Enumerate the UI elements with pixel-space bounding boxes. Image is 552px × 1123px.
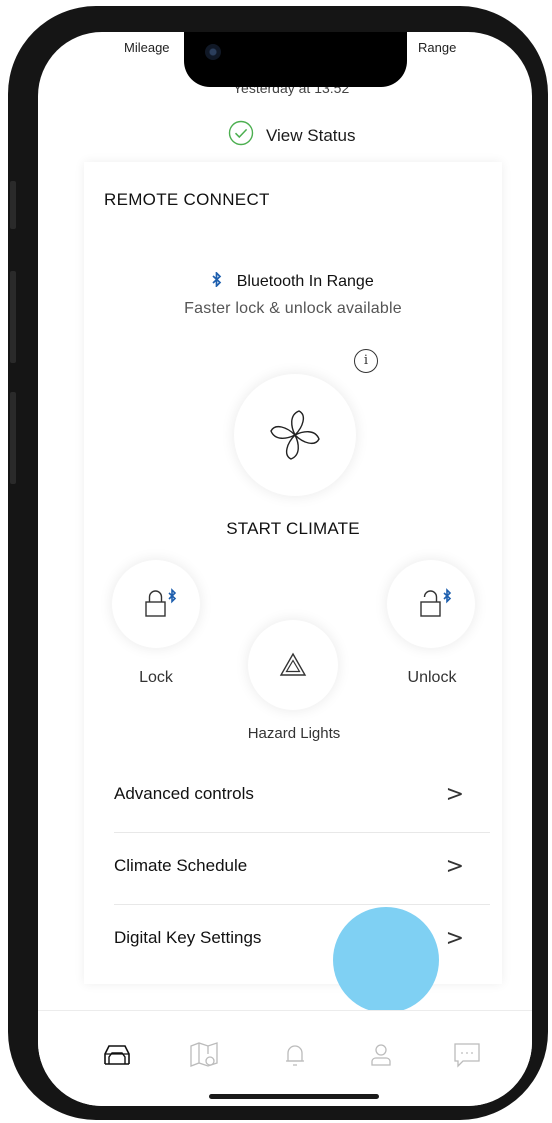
tab-messages[interactable] bbox=[448, 1037, 486, 1073]
start-climate-label: START CLIMATE bbox=[226, 519, 360, 538]
tab-notifications[interactable] bbox=[276, 1037, 314, 1073]
tab-vehicle[interactable] bbox=[98, 1037, 136, 1073]
bluetooth-status: Bluetooth In Range bbox=[84, 270, 502, 291]
fan-icon bbox=[270, 410, 320, 460]
profile-icon bbox=[371, 1044, 391, 1066]
volume-down-button bbox=[10, 392, 16, 484]
car-icon bbox=[104, 1045, 130, 1065]
bell-icon bbox=[286, 1045, 304, 1066]
lock-label: Lock bbox=[139, 669, 173, 686]
mileage-label: Mileage bbox=[124, 40, 170, 55]
map-icon bbox=[190, 1042, 218, 1067]
bottom-tab-bar bbox=[38, 1010, 532, 1106]
hazard-lights-label: Hazard Lights bbox=[247, 725, 341, 742]
remote-connect-title: REMOTE CONNECT bbox=[104, 190, 270, 209]
hazard-lights-button[interactable] bbox=[248, 620, 338, 710]
menu-row-label: Advanced controls bbox=[114, 784, 254, 803]
home-indicator[interactable] bbox=[209, 1094, 379, 1099]
unlock-label: Unlock bbox=[407, 669, 457, 686]
mute-switch bbox=[10, 181, 16, 229]
bluetooth-status-text: Bluetooth In Range bbox=[236, 273, 374, 290]
view-status-link[interactable]: View Status bbox=[228, 120, 355, 151]
touch-indicator bbox=[333, 907, 439, 1013]
phone-notch bbox=[184, 32, 407, 87]
volume-up-button bbox=[10, 271, 16, 363]
camera-icon bbox=[205, 44, 221, 60]
lock-button[interactable] bbox=[112, 560, 200, 648]
bluetooth-subtitle: Faster lock & unlock available bbox=[184, 300, 402, 317]
menu-row-label: Digital Key Settings bbox=[114, 928, 262, 947]
menu-row-label: Climate Schedule bbox=[114, 856, 248, 875]
start-climate-button[interactable] bbox=[234, 374, 356, 496]
chevron-right-icon: > bbox=[445, 782, 464, 807]
unlock-bluetooth-icon bbox=[420, 588, 452, 617]
info-icon[interactable]: i bbox=[354, 349, 378, 373]
unlock-button[interactable] bbox=[387, 560, 475, 648]
chat-icon bbox=[454, 1043, 480, 1068]
range-label: Range bbox=[418, 40, 457, 55]
remote-connect-card: REMOTE CONNECT Bluetooth In Range Faster… bbox=[84, 162, 502, 984]
tab-profile[interactable] bbox=[362, 1037, 400, 1073]
menu-row-advanced-controls[interactable]: Advanced controls > bbox=[114, 760, 490, 833]
app-screen: Mileage Range Yesterday at 13:52 View St… bbox=[38, 32, 532, 1106]
check-circle-icon bbox=[228, 120, 254, 151]
hazard-icon bbox=[279, 652, 307, 676]
chevron-right-icon: > bbox=[445, 854, 464, 879]
bluetooth-icon bbox=[212, 270, 226, 290]
chevron-right-icon: > bbox=[445, 926, 464, 951]
view-status-label: View Status bbox=[266, 125, 356, 145]
tab-map[interactable] bbox=[185, 1037, 223, 1073]
phone-frame: Mileage Range Yesterday at 13:52 View St… bbox=[8, 6, 548, 1120]
menu-row-climate-schedule[interactable]: Climate Schedule > bbox=[114, 832, 490, 905]
lock-bluetooth-icon bbox=[145, 588, 177, 617]
